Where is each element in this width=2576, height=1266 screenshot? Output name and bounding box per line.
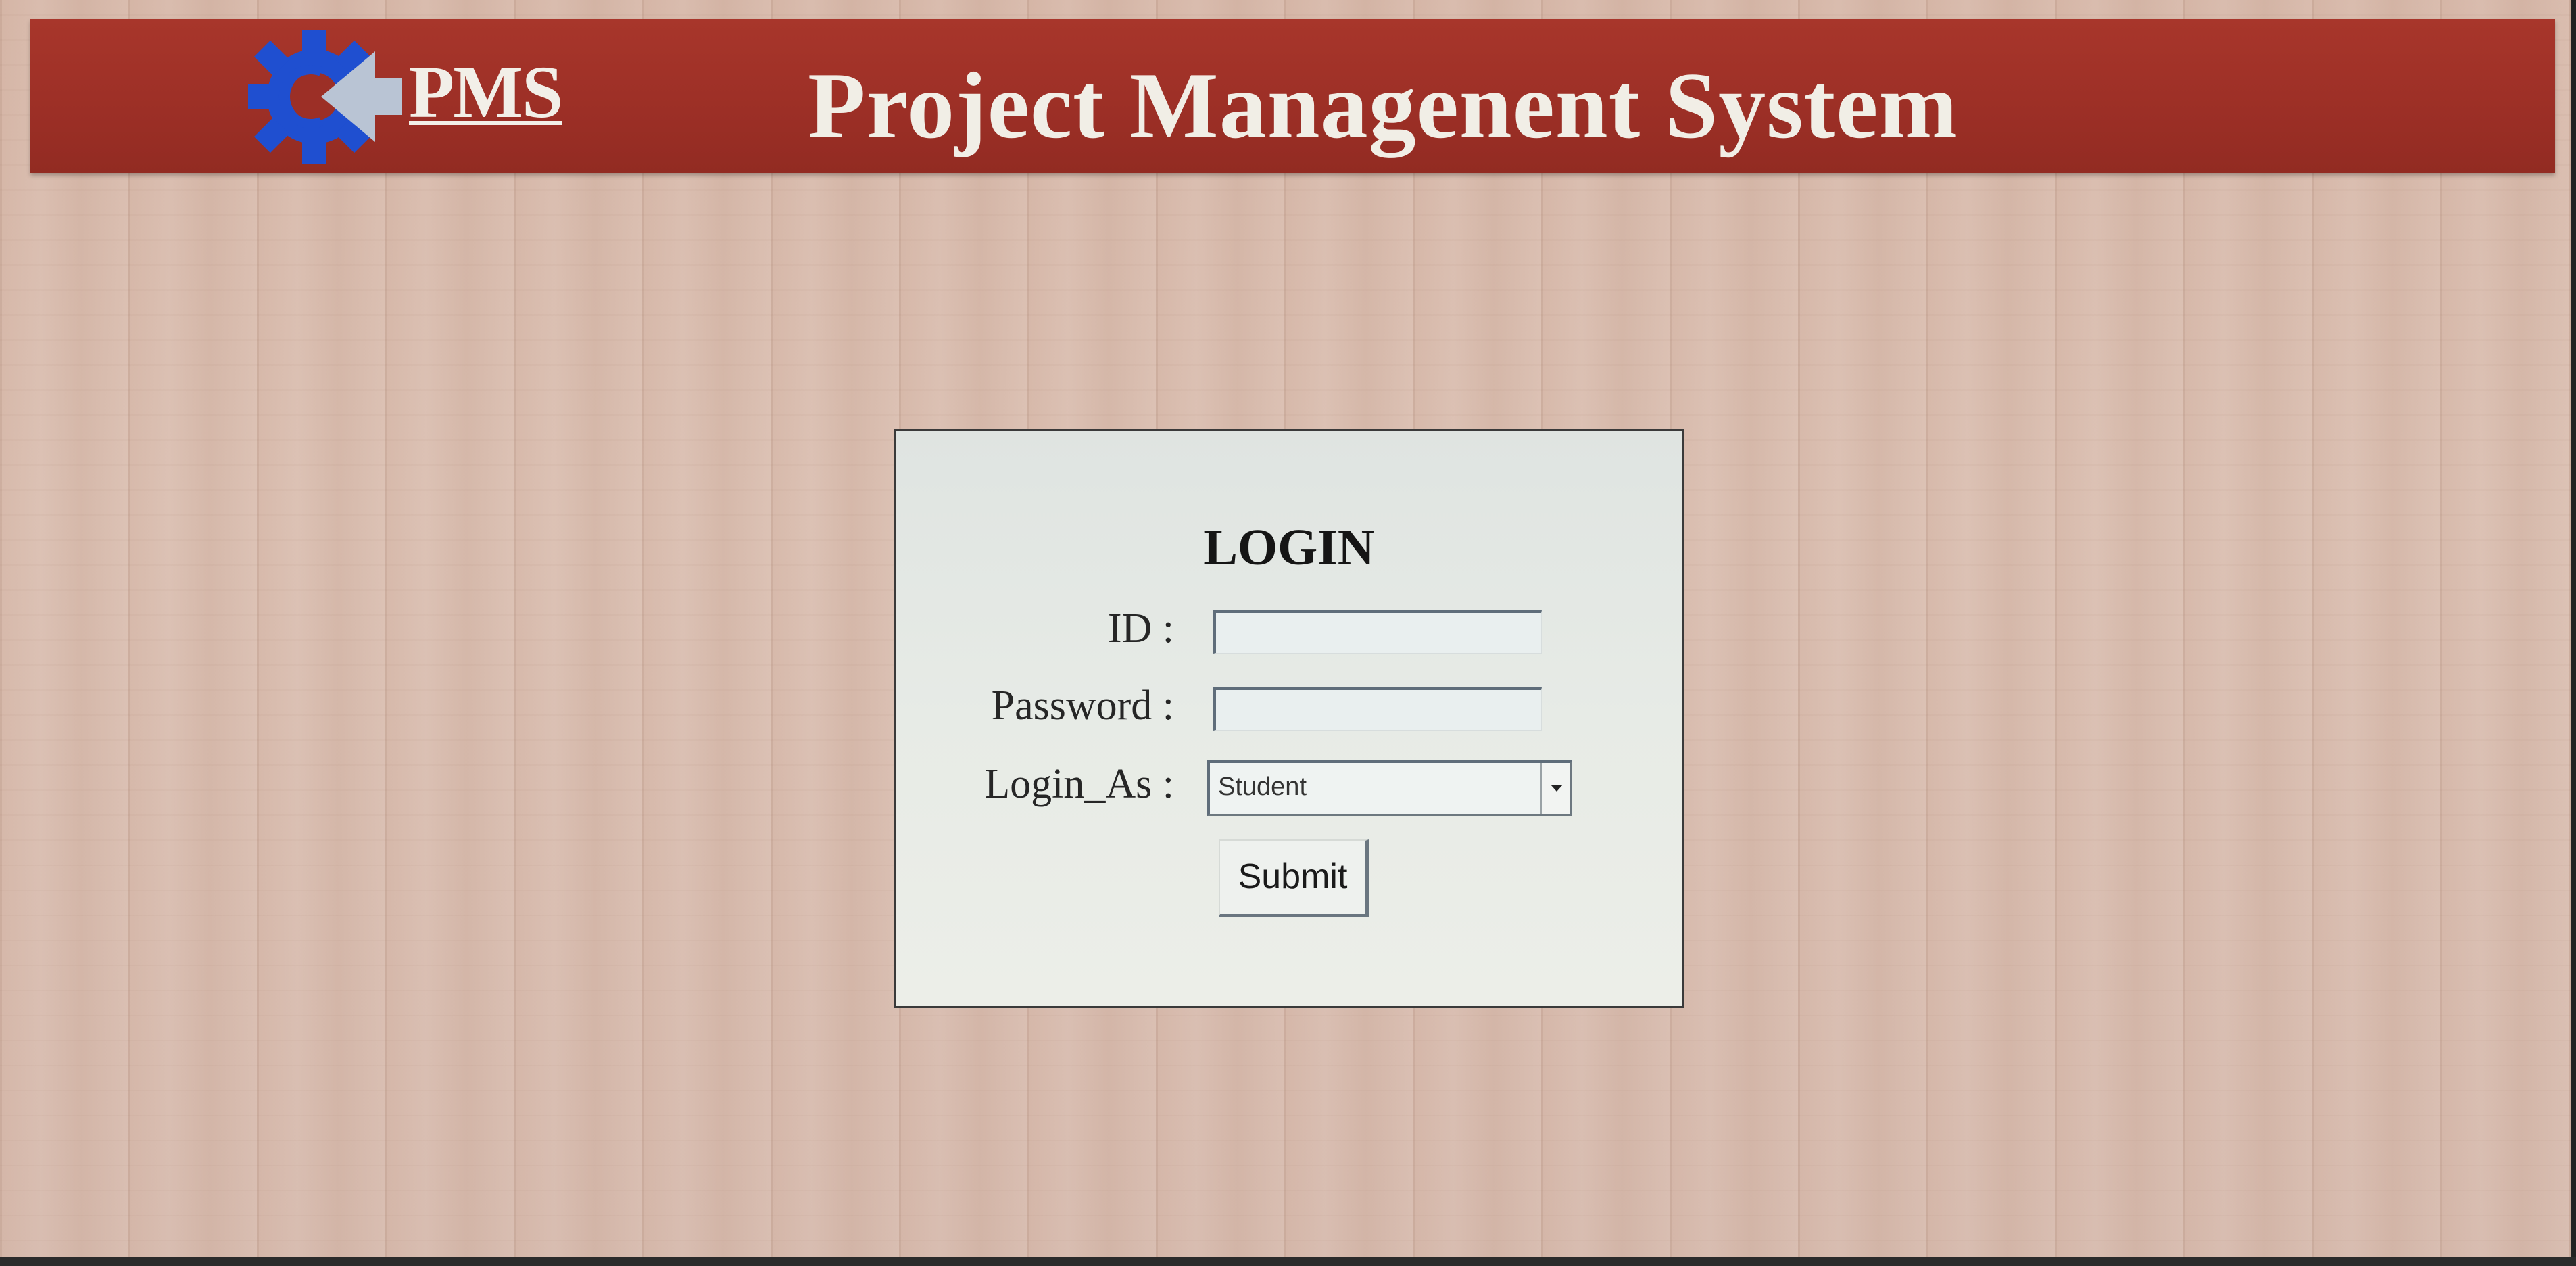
logo-text: PMS (409, 51, 563, 133)
login-as-selected-value: Student (1218, 773, 1307, 801)
password-input[interactable] (1213, 687, 1542, 731)
password-label: Password : (991, 683, 1174, 729)
screen-edge (2571, 0, 2576, 1266)
login-screen: PMS Project Managenent System LOGIN ID :… (0, 0, 2576, 1266)
login-as-select[interactable]: Student (1207, 760, 1572, 816)
page-title: Project Managenent System (808, 53, 1958, 158)
login-heading: LOGIN (1203, 519, 1375, 576)
login-as-label: Login_As : (984, 761, 1174, 807)
chevron-down-icon[interactable] (1540, 763, 1570, 814)
id-label: ID : (1107, 606, 1174, 652)
id-input[interactable] (1213, 610, 1542, 654)
submit-button[interactable]: Submit (1219, 839, 1369, 917)
screen-bottom-edge (0, 1257, 2576, 1266)
header-banner: PMS Project Managenent System (30, 19, 2555, 173)
login-panel: LOGIN ID : Password : Login_As : Student… (894, 429, 1684, 1008)
